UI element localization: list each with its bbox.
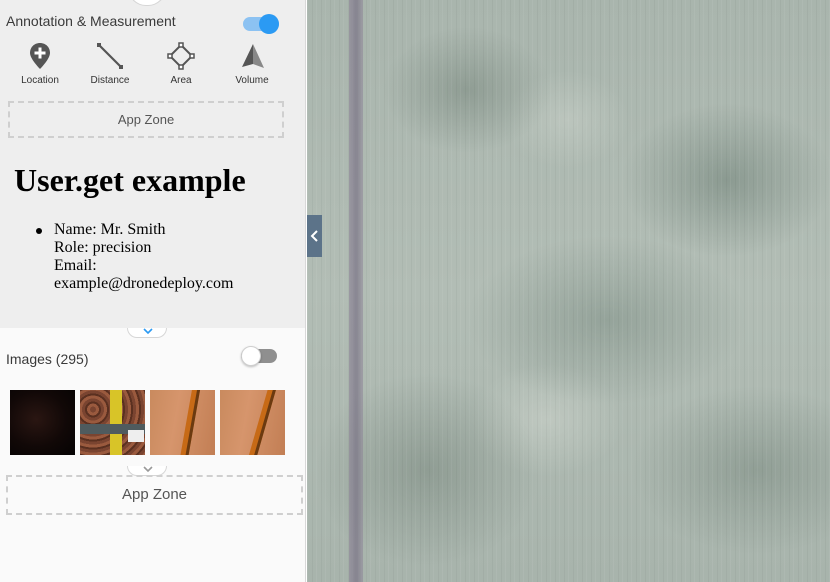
location-pin-icon — [30, 43, 50, 69]
annotation-panel: Annotation & Measurement Location Distan… — [0, 0, 305, 328]
image-thumbnail[interactable] — [150, 390, 215, 455]
thumbnail-detail — [247, 390, 277, 455]
tool-label: Area — [170, 75, 192, 86]
toggle-knob — [259, 14, 279, 34]
panel-notch — [128, 0, 166, 6]
expand-annotation-button[interactable] — [127, 328, 167, 338]
app-zone: App Zone — [8, 101, 284, 138]
tool-label: Distance — [90, 75, 130, 86]
user-info-item: Name: Mr. Smith Role: precision Email: e… — [36, 221, 294, 293]
user-email: example@dronedeploy.com — [54, 275, 234, 292]
sidebar: Annotation & Measurement Location Distan… — [0, 0, 306, 582]
thumbnail-detail — [128, 430, 144, 442]
line-icon — [97, 43, 123, 69]
chevron-down-icon — [143, 328, 153, 335]
image-thumbnail[interactable] — [80, 390, 145, 455]
annotation-toggle[interactable] — [243, 14, 279, 34]
image-thumbnail[interactable] — [220, 390, 285, 455]
volume-tool-button[interactable]: Volume — [217, 42, 287, 94]
area-tool-button[interactable]: Area — [146, 42, 216, 94]
images-toggle[interactable] — [241, 346, 277, 366]
polygon-icon — [167, 42, 195, 70]
thumbnail-detail — [179, 390, 201, 455]
map-view[interactable] — [307, 0, 830, 582]
toggle-knob — [241, 346, 261, 366]
annotation-section-title: Annotation & Measurement — [6, 13, 176, 29]
thumbnail-detail — [110, 390, 122, 455]
collapse-sidebar-button[interactable] — [307, 215, 322, 257]
user-info-list: Name: Mr. Smith Role: precision Email: e… — [36, 221, 294, 293]
distance-tool-button[interactable]: Distance — [75, 42, 145, 94]
user-email-label: Email: — [54, 257, 97, 274]
user-name: Name: Mr. Smith — [54, 221, 166, 238]
image-thumbnail[interactable] — [10, 390, 75, 455]
map-texture — [307, 0, 830, 582]
bullet — [36, 228, 42, 234]
chevron-left-icon — [310, 230, 318, 242]
app-zone-bottom: App Zone — [6, 475, 303, 515]
chevron-down-icon — [143, 466, 153, 473]
images-section-title: Images (295) — [6, 351, 89, 367]
location-tool-button[interactable]: Location — [5, 42, 75, 94]
map-road — [349, 0, 363, 582]
tool-label: Volume — [235, 75, 269, 86]
user-example-title: User.get example — [14, 162, 246, 198]
tool-label: Location — [21, 75, 59, 86]
user-role: Role: precision — [54, 239, 152, 256]
pyramid-icon — [242, 44, 264, 68]
